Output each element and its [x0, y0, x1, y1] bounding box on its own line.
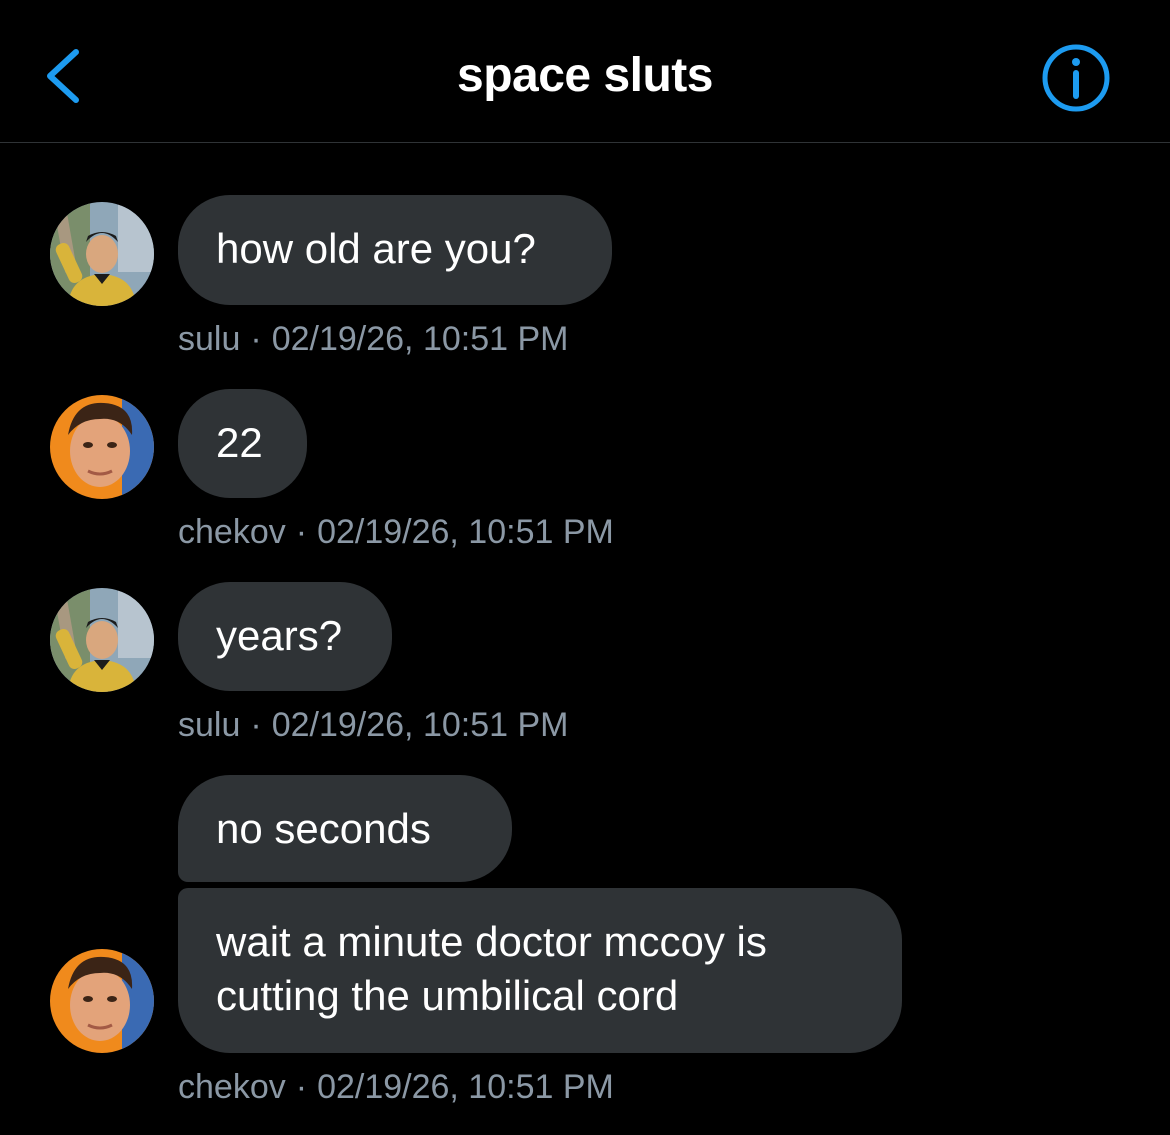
sender-name: chekov [178, 513, 286, 551]
info-button[interactable] [1040, 42, 1112, 114]
avatar-sulu[interactable] [50, 588, 154, 692]
conversation-header: space sluts [0, 0, 1170, 143]
sender-name: chekov [178, 1068, 286, 1106]
message-timestamp: 02/19/26, 10:51 PM [317, 513, 614, 551]
chekov-portrait-avatar [50, 949, 154, 1053]
message-text: how old are you? [216, 225, 536, 272]
message-text: no seconds [216, 805, 431, 852]
message-meta: sulu · 02/19/26, 10:51 PM [178, 706, 568, 745]
message-text: 22 [216, 419, 263, 466]
message-meta: chekov · 02/19/26, 10:51 PM [178, 1068, 614, 1107]
message-bubble[interactable]: 22 [178, 389, 307, 498]
meta-separator: · [295, 513, 308, 551]
message-timestamp: 02/19/26, 10:51 PM [317, 1068, 614, 1106]
message-timestamp: 02/19/26, 10:51 PM [271, 320, 569, 358]
sulu-portrait-avatar [50, 202, 154, 306]
meta-separator: · [250, 320, 262, 358]
avatar-chekov[interactable] [50, 395, 154, 499]
message-meta: sulu · 02/19/26, 10:51 PM [178, 320, 568, 359]
avatar-sulu[interactable] [50, 202, 154, 306]
sulu-portrait-avatar [50, 588, 154, 692]
message-text: years? [216, 612, 343, 659]
message-bubble[interactable]: no seconds [178, 775, 512, 882]
sender-name: sulu [178, 706, 241, 744]
message-bubble[interactable]: years? [178, 582, 392, 691]
avatar-chekov[interactable] [50, 949, 154, 1053]
chekov-portrait-avatar [50, 395, 154, 499]
info-icon [1042, 44, 1110, 112]
message-timestamp: 02/19/26, 10:51 PM [271, 706, 569, 744]
message-bubble[interactable]: wait a minute doctor mccoy is cutting th… [178, 888, 902, 1053]
message-text-line: cutting the umbilical cord [216, 972, 679, 1019]
message-meta: chekov · 02/19/26, 10:51 PM [178, 513, 614, 552]
message-bubble[interactable]: how old are you? [178, 195, 612, 305]
meta-separator: · [295, 1068, 308, 1106]
message-text-line: wait a minute doctor mccoy is [216, 918, 767, 965]
conversation-title[interactable]: space sluts [0, 48, 1170, 103]
sender-name: sulu [178, 320, 241, 358]
meta-separator: · [250, 706, 262, 744]
